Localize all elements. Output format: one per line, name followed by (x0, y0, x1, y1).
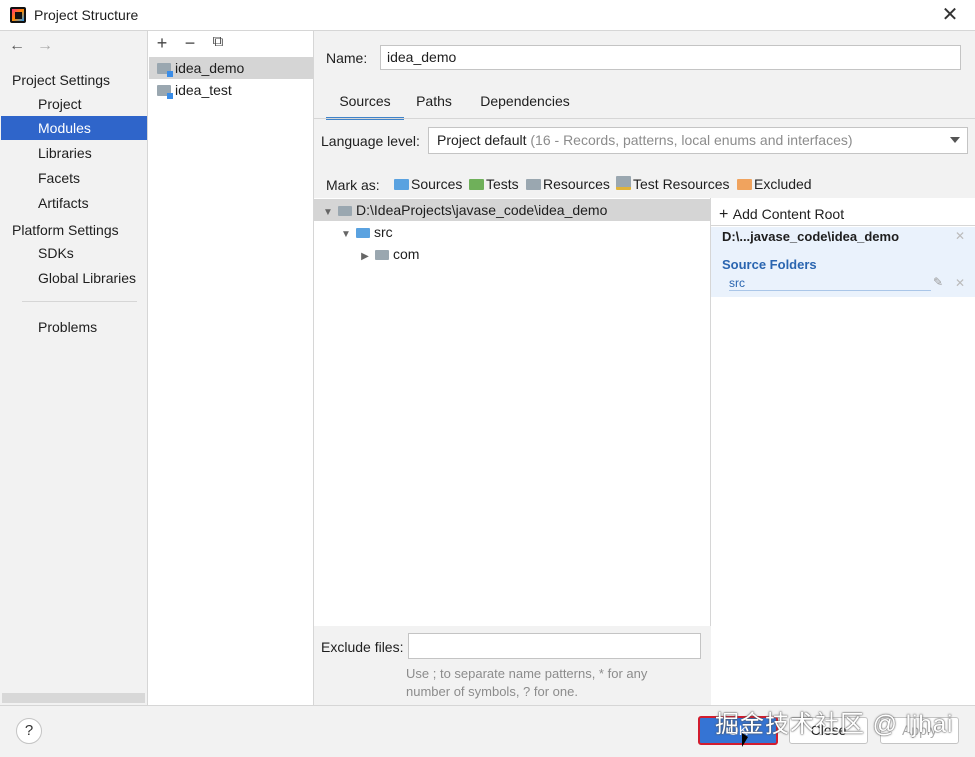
module-item-idea-test[interactable]: idea_test (149, 79, 313, 101)
name-label: Name: (326, 50, 368, 66)
help-button[interactable]: ? (16, 718, 42, 744)
language-level-dropdown[interactable]: Project default (16 - Records, patterns,… (428, 127, 968, 154)
folder-icon (338, 206, 352, 216)
mark-excluded-button[interactable]: Excluded (737, 176, 812, 192)
chevron-right-icon[interactable]: ▶ (359, 246, 371, 268)
intellij-app-icon (10, 7, 26, 23)
modules-panel (148, 31, 314, 705)
chevron-down-icon[interactable] (950, 137, 960, 143)
horizontal-scrollbar[interactable] (2, 693, 145, 703)
mark-tests-button[interactable]: Tests (469, 176, 519, 192)
sidebar-item-project[interactable]: Project (1, 92, 147, 116)
test-resources-folder-icon (616, 176, 631, 190)
mark-as-label: Mark as: (326, 177, 380, 193)
tree-row-com[interactable]: ▶ com (314, 243, 710, 265)
module-name-input[interactable]: idea_demo (380, 45, 961, 70)
exclude-files-label: Exclude files: (321, 639, 404, 655)
sidebar-item-global-libraries[interactable]: Global Libraries (1, 266, 147, 290)
resources-folder-icon (526, 179, 541, 190)
back-arrow-icon[interactable]: ← (9, 37, 25, 55)
mark-resources-button[interactable]: Resources (526, 176, 610, 192)
tree-row-src[interactable]: ▼ src (314, 221, 710, 243)
language-level-label: Language level: (321, 133, 420, 149)
sidebar-item-problems[interactable]: Problems (1, 315, 147, 339)
module-folder-icon (157, 85, 173, 99)
sidebar-item-sdks[interactable]: SDKs (1, 241, 147, 265)
language-level-hint: (16 - Records, patterns, local enums and… (530, 132, 853, 148)
copy-module-button[interactable]: ⧉ (209, 33, 227, 50)
sidebar-item-libraries[interactable]: Libraries (1, 141, 147, 165)
mouse-cursor-icon (742, 733, 748, 747)
platform-settings-header: Platform Settings (12, 222, 119, 238)
title-bar (0, 0, 975, 30)
module-folder-icon (157, 63, 173, 77)
remove-module-button[interactable]: − (181, 33, 199, 54)
sidebar-item-modules[interactable]: Modules (1, 116, 147, 140)
excluded-folder-icon (737, 179, 752, 190)
watermark: 掘金技术社区 @ ljhai (715, 711, 954, 738)
close-icon[interactable]: ✕ (938, 3, 962, 27)
plus-icon: + (719, 206, 733, 223)
tab-sources[interactable]: Sources (326, 89, 404, 120)
tab-dependencies[interactable]: Dependencies (472, 89, 578, 117)
sidebar-item-artifacts[interactable]: Artifacts (1, 191, 147, 215)
divider (314, 118, 975, 119)
source-folders-header: Source Folders (722, 257, 817, 272)
mark-test-resources-button[interactable]: Test Resources (616, 176, 729, 192)
tree-row-root[interactable]: ▼ D:\IdeaProjects\javase_code\idea_demo (314, 199, 710, 221)
mark-sources-button[interactable]: Sources (394, 176, 462, 192)
divider (711, 225, 975, 226)
remove-content-root-icon[interactable]: ✕ (955, 229, 965, 243)
forward-arrow-icon[interactable]: → (37, 37, 53, 55)
exclude-files-input[interactable] (408, 633, 701, 659)
folder-icon (375, 250, 389, 260)
remove-source-folder-icon[interactable]: ✕ (955, 276, 965, 290)
window-title: Project Structure (34, 7, 139, 23)
content-root-path: D:\...javase_code\idea_demo (722, 229, 900, 244)
divider (22, 301, 137, 302)
language-level-value: Project default (437, 132, 527, 148)
tests-folder-icon (469, 179, 484, 190)
sources-folder-icon (394, 179, 409, 190)
tab-paths[interactable]: Paths (410, 89, 458, 117)
module-item-idea-demo[interactable]: idea_demo (149, 57, 313, 79)
source-folder-item[interactable]: src (729, 276, 931, 291)
project-settings-header: Project Settings (12, 72, 111, 88)
source-folder-icon (356, 228, 370, 238)
add-module-button[interactable]: + (153, 33, 171, 54)
edit-pencil-icon[interactable]: ✎ (933, 275, 943, 289)
add-content-root-button[interactable]: + Add Content Root (719, 206, 844, 224)
sidebar-item-facets[interactable]: Facets (1, 166, 147, 190)
exclude-files-hint: Use ; to separate name patterns, * for a… (406, 666, 648, 699)
